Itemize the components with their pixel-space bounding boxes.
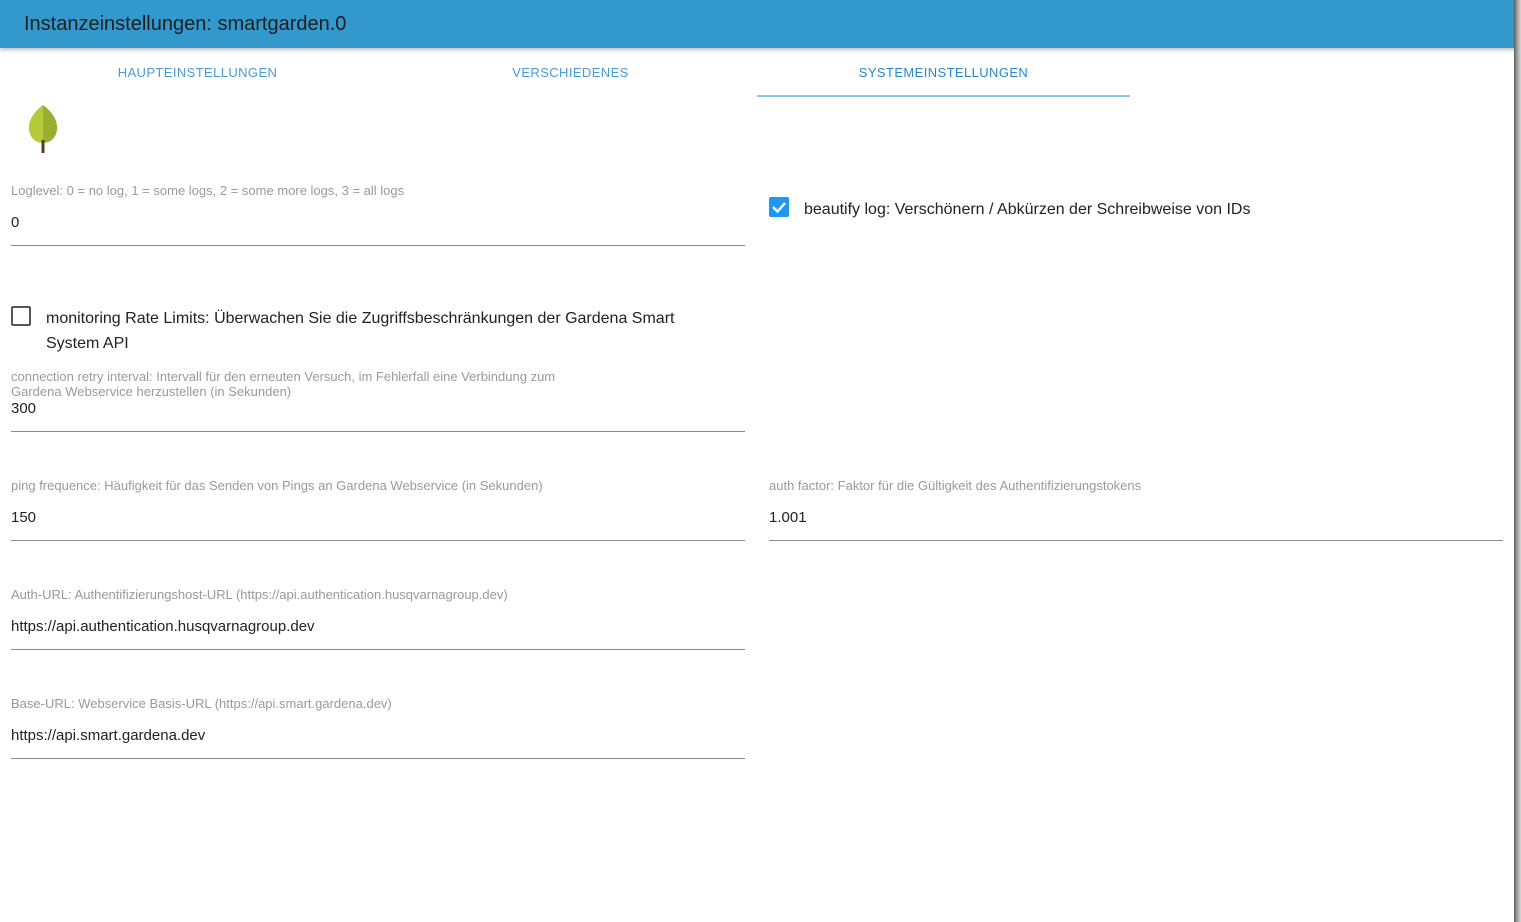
auth-url-label: Auth-URL: Authentifizierungshost-URL (ht… [11, 587, 508, 602]
monitoring-rate-limits-checkbox-row[interactable]: monitoring Rate Limits: Überwachen Sie d… [11, 306, 745, 358]
loglevel-label: Loglevel: 0 = no log, 1 = some logs, 2 =… [11, 183, 405, 198]
ping-frequence-field[interactable]: ping frequence: Häufigkeit für das Sende… [11, 478, 745, 541]
base-url-underline [11, 758, 745, 759]
connection-retry-interval-label-line1: connection retry interval: Intervall für… [11, 369, 556, 384]
beautify-log-label: beautify log: Verschönern / Abkürzen der… [804, 201, 1251, 218]
tab-systemeinstellungen[interactable]: SYSTEMEINSTELLUNGEN [757, 50, 1130, 96]
auth-url-field[interactable]: Auth-URL: Authentifizierungshost-URL (ht… [11, 587, 745, 650]
auth-url-input[interactable]: https://api.authentication.husqvarnagrou… [11, 618, 315, 635]
auth-factor-label: auth factor: Faktor für die Gültigkeit d… [769, 478, 1142, 493]
connection-retry-interval-field[interactable]: connection retry interval: Intervall für… [11, 369, 745, 432]
ping-frequence-input[interactable]: 150 [11, 509, 36, 526]
window-edge-shadow [1514, 0, 1521, 922]
dialog-title: Instanzeinstellungen: smartgarden.0 [24, 13, 347, 35]
loglevel-underline [11, 245, 745, 246]
active-tab-indicator [757, 95, 1130, 97]
monitoring-rate-limits-checkbox[interactable] [11, 306, 31, 326]
monitoring-rate-limits-label-line1: monitoring Rate Limits: Überwachen Sie d… [46, 310, 675, 327]
monitoring-rate-limits-label-line2: System API [46, 335, 129, 352]
auth-factor-underline [769, 540, 1503, 541]
loglevel-input[interactable]: 0 [11, 214, 19, 231]
auth-factor-field[interactable]: auth factor: Faktor für die Gültigkeit d… [769, 478, 1503, 541]
base-url-field[interactable]: Base-URL: Webservice Basis-URL (https://… [11, 696, 745, 759]
ping-frequence-label: ping frequence: Häufigkeit für das Sende… [11, 478, 543, 493]
dialog-titlebar: Instanzeinstellungen: smartgarden.0 [0, 0, 1521, 48]
connection-retry-interval-underline [11, 431, 745, 432]
base-url-input[interactable]: https://api.smart.gardena.dev [11, 727, 205, 744]
base-url-label: Base-URL: Webservice Basis-URL (https://… [11, 696, 392, 711]
connection-retry-interval-label-line2: Gardena Webservice herzustellen (in Seku… [11, 384, 292, 399]
beautify-log-checkbox[interactable] [769, 197, 789, 217]
connection-retry-interval-input[interactable]: 300 [11, 400, 36, 417]
instance-settings-dialog: Instanzeinstellungen: smartgarden.0 HAUP… [0, 0, 1521, 922]
auth-url-underline [11, 649, 745, 650]
checkmark-icon [772, 202, 786, 214]
tab-haupteinstellungen[interactable]: HAUPTEINSTELLUNGEN [11, 50, 384, 96]
tab-verschiedenes[interactable]: VERSCHIEDENES [384, 50, 757, 96]
tab-bar: HAUPTEINSTELLUNGEN VERSCHIEDENES SYSTEME… [11, 50, 1129, 96]
leaf-tree-icon [26, 104, 62, 154]
loglevel-field[interactable]: Loglevel: 0 = no log, 1 = some logs, 2 =… [11, 183, 745, 246]
auth-factor-input[interactable]: 1.001 [769, 509, 807, 526]
beautify-log-checkbox-row[interactable]: beautify log: Verschönern / Abkürzen der… [769, 197, 1469, 223]
ping-frequence-underline [11, 540, 745, 541]
